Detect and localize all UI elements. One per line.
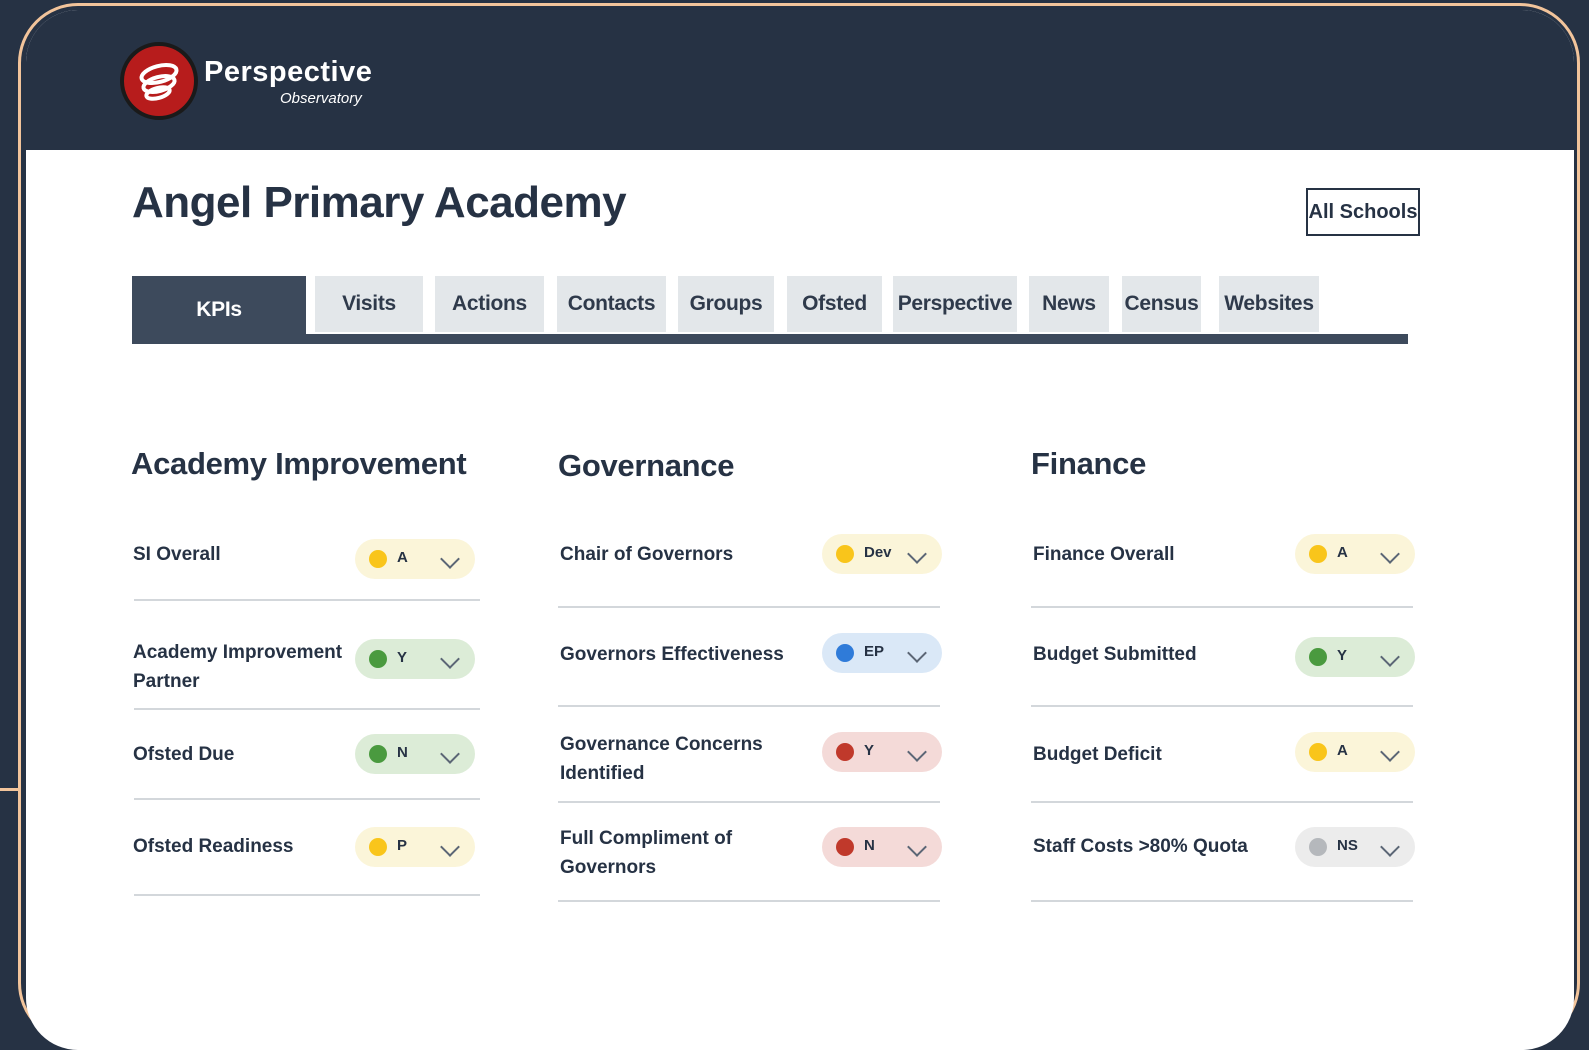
kpi-label: SI Overall [133,544,221,565]
status-code: N [397,744,408,761]
row-divider [1031,900,1413,902]
row-divider [1031,801,1413,803]
kpi-status-dropdown[interactable]: N [355,734,475,774]
all-schools-button[interactable]: All Schools [1306,188,1420,236]
status-code: N [864,837,875,854]
chevron-down-icon [440,837,460,857]
status-code: A [397,549,408,566]
tab-actions[interactable]: Actions [435,276,544,332]
tab-websites[interactable]: Websites [1219,276,1319,332]
status-dot-icon [369,650,387,668]
brand-subtitle: Observatory [280,90,362,107]
tab-underline [132,334,1408,344]
kpi-label: Academy Improvement Partner [133,642,343,692]
tab-groups[interactable]: Groups [678,276,774,332]
row-divider [558,801,940,803]
kpi-status-dropdown[interactable]: A [1295,732,1415,772]
chevron-down-icon [440,549,460,569]
chevron-down-icon [1380,544,1400,564]
status-code: Y [397,649,408,666]
kpi-label: Full Compliment of Governors [560,828,733,878]
tab-perspective[interactable]: Perspective [893,276,1017,332]
kpi-label: Ofsted Readiness [133,836,294,857]
chevron-down-icon [1380,647,1400,667]
kpi-label: Staff Costs >80% Quota [1033,836,1248,857]
status-code: NS [1337,837,1358,854]
status-dot-icon [836,644,854,662]
chevron-down-icon [907,643,927,663]
status-dot-icon [836,743,854,761]
status-code: Dev [864,544,892,561]
row-divider [134,599,480,601]
row-divider [558,900,940,902]
status-dot-icon [1309,838,1327,856]
tab-contacts[interactable]: Contacts [557,276,666,332]
kpi-status-dropdown[interactable]: A [355,539,475,579]
kpi-status-dropdown[interactable]: Y [822,732,942,772]
chevron-down-icon [907,837,927,857]
status-dot-icon [1309,545,1327,563]
kpi-status-dropdown[interactable]: Y [1295,637,1415,677]
page-title: Angel Primary Academy [132,178,627,227]
status-dot-icon [369,550,387,568]
status-code: Y [864,742,875,759]
chevron-down-icon [907,742,927,762]
kpi-label: Ofsted Due [133,744,235,765]
tab-news[interactable]: News [1029,276,1109,332]
kpi-status-dropdown[interactable]: A [1295,534,1415,574]
section-title: Governance [558,448,735,483]
status-dot-icon [369,838,387,856]
status-dot-icon [836,838,854,856]
kpi-label: Finance Overall [1033,544,1175,565]
kpi-label: Governors Effectiveness [560,644,784,665]
brand-name: Perspective [204,56,373,88]
kpi-status-dropdown[interactable]: Dev [822,534,942,574]
status-dot-icon [836,545,854,563]
kpi-status-dropdown[interactable]: Y [355,639,475,679]
status-code: Y [1337,647,1348,664]
chevron-down-icon [440,649,460,669]
section-title: Finance [1031,446,1147,481]
top-bar: Perspective Observatory [26,10,1574,150]
status-code: A [1337,742,1348,759]
chevron-down-icon [440,744,460,764]
row-divider [134,894,480,896]
status-code: A [1337,544,1348,561]
app-window: Perspective Observatory Angel Primary Ac… [26,10,1574,1050]
row-divider [134,798,480,800]
tab-ofsted[interactable]: Ofsted [787,276,882,332]
tab-visits[interactable]: Visits [315,276,423,332]
status-dot-icon [369,745,387,763]
chevron-down-icon [907,544,927,564]
row-divider [134,708,480,710]
kpi-status-dropdown[interactable]: EP [822,633,942,673]
row-divider [1031,705,1413,707]
chevron-down-icon [1380,742,1400,762]
row-divider [558,606,940,608]
status-dot-icon [1309,648,1327,666]
kpi-label: Governance Concerns Identified [560,734,763,784]
kpi-status-dropdown[interactable]: NS [1295,827,1415,867]
section-title: Academy Improvement [131,446,467,481]
row-divider [1031,606,1413,608]
tab-census[interactable]: Census [1122,276,1201,332]
kpi-label: Budget Submitted [1033,644,1197,665]
row-divider [558,705,940,707]
status-code: P [397,837,408,854]
kpi-label: Budget Deficit [1033,744,1162,765]
kpi-label: Chair of Governors [560,544,734,565]
kpi-status-dropdown[interactable]: P [355,827,475,867]
chevron-down-icon [1380,837,1400,857]
kpi-status-dropdown[interactable]: N [822,827,942,867]
status-code: EP [864,643,885,660]
status-dot-icon [1309,743,1327,761]
perspective-logo-icon[interactable] [120,42,198,120]
frame-accent-line [0,788,20,791]
